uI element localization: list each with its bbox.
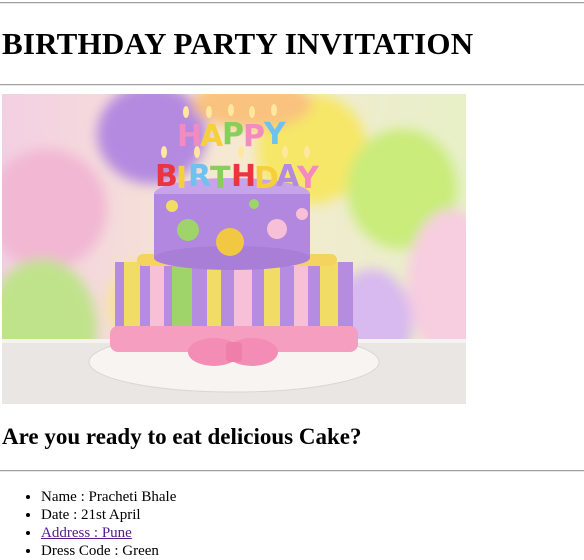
birthday-cake-image: H A P P Y B I R T H D A Y xyxy=(2,94,466,404)
list-item-date: Date : 21st April xyxy=(41,506,176,524)
svg-text:T: T xyxy=(210,161,231,196)
address-link[interactable]: Address : Pune xyxy=(41,525,132,541)
svg-text:H: H xyxy=(231,159,256,194)
title-rule xyxy=(0,84,584,86)
page-title: BIRTHDAY PARTY INVITATION xyxy=(2,26,474,61)
cake-illustration: H A P P Y B I R T H D A Y xyxy=(2,94,466,404)
svg-text:B: B xyxy=(155,159,178,194)
details-list: Name : Pracheti Bhale Date : 21st April … xyxy=(0,488,176,560)
question-rule xyxy=(0,470,584,472)
list-item-name: Name : Pracheti Bhale xyxy=(41,488,176,506)
svg-text:R: R xyxy=(188,159,211,194)
svg-text:Y: Y xyxy=(263,117,287,152)
svg-text:P: P xyxy=(243,119,265,154)
svg-text:A: A xyxy=(200,119,224,154)
cake-question-heading: Are you ready to eat delicious Cake? xyxy=(2,424,362,449)
svg-text:Y: Y xyxy=(296,161,320,196)
svg-text:I: I xyxy=(176,161,187,196)
list-item-address: Address : Pune xyxy=(41,524,176,542)
list-item-dress-code: Dress Code : Green xyxy=(41,542,176,560)
top-rule xyxy=(0,2,584,4)
